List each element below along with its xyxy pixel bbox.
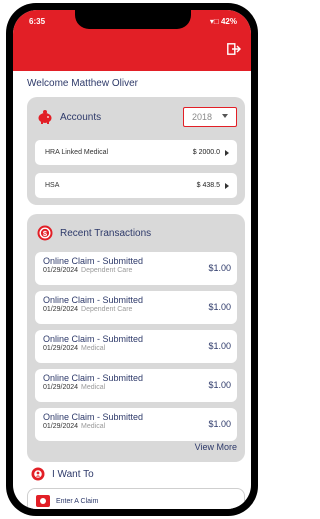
logout-icon[interactable] (227, 43, 241, 55)
transaction-title: Online Claim - Submitted (43, 256, 144, 266)
dollar-refresh-icon: $ (37, 225, 53, 241)
battery-level: ▾□ 42% (209, 17, 237, 26)
camera-icon (36, 495, 50, 507)
accounts-title: Accounts (60, 111, 102, 123)
transactions-title: Recent Transactions (60, 227, 152, 239)
account-amount: $ 438.5 (197, 182, 229, 189)
account-row-hsa[interactable]: HSA $ 438.5 (35, 173, 237, 198)
status-time: 6:35 (29, 17, 46, 26)
i-want-to-title: I Want To (52, 468, 94, 480)
transactions-header: $ Recent Transactions (37, 225, 151, 241)
transaction-meta: 01/29/2024 Medical (43, 345, 106, 352)
welcome-text: Welcome Matthew Oliver (27, 78, 138, 89)
transactions-card: $ Recent Transactions Online Claim - Sub… (27, 214, 245, 462)
transaction-row[interactable]: Online Claim - Submitted 01/29/2024 Depen… (35, 252, 237, 285)
chevron-right-icon (225, 149, 229, 156)
phone-notch (75, 10, 191, 29)
transaction-row[interactable]: Online Claim - Submitted 01/29/2024 Medic… (35, 369, 237, 402)
phone-frame: 6:35 ▾□ 42% Welcome Matthew Oliver Accou… (6, 3, 258, 516)
transaction-title: Online Claim - Submitted (43, 373, 144, 383)
transaction-title: Online Claim - Submitted (43, 334, 144, 344)
transaction-meta: 01/29/2024 Medical (43, 423, 106, 430)
transaction-meta: 01/29/2024 Dependent Care (43, 267, 133, 274)
transaction-amount: $1.00 (208, 380, 231, 390)
account-row-hra[interactable]: HRA Linked Medical $ 2000.0 (35, 140, 237, 165)
transaction-amount: $1.00 (208, 263, 231, 273)
accounts-header: Accounts (37, 109, 101, 125)
transaction-amount: $1.00 (208, 419, 231, 429)
enter-claim-label: Enter A Claim (56, 497, 99, 505)
account-name: HSA (45, 182, 60, 189)
transaction-row[interactable]: Online Claim - Submitted 01/29/2024 Medic… (35, 408, 237, 441)
piggy-bank-icon (38, 110, 52, 124)
gear-person-icon (31, 467, 45, 481)
account-amount: $ 2000.0 (193, 149, 229, 156)
year-value: 2018 (192, 112, 213, 122)
accounts-card: Accounts 2018 HRA Linked Medical $ 2000.… (27, 97, 245, 205)
transaction-row[interactable]: Online Claim - Submitted 01/29/2024 Medic… (35, 330, 237, 363)
transaction-title: Online Claim - Submitted (43, 295, 144, 305)
year-dropdown[interactable]: 2018 (183, 107, 237, 127)
transaction-meta: 01/29/2024 Dependent Care (43, 306, 133, 313)
enter-claim-button[interactable]: Enter A Claim (27, 488, 245, 509)
transaction-amount: $1.00 (208, 341, 231, 351)
transaction-amount: $1.00 (208, 302, 231, 312)
transaction-meta: 01/29/2024 Medical (43, 384, 106, 391)
transaction-row[interactable]: Online Claim - Submitted 01/29/2024 Depen… (35, 291, 237, 324)
app-screen: 6:35 ▾□ 42% Welcome Matthew Oliver Accou… (13, 10, 251, 509)
account-name: HRA Linked Medical (45, 149, 109, 156)
chevron-down-icon (222, 114, 228, 118)
transaction-title: Online Claim - Submitted (43, 412, 144, 422)
chevron-right-icon (225, 182, 229, 189)
i-want-to-header: I Want To (31, 467, 94, 481)
view-more-link[interactable]: View More (195, 442, 237, 452)
